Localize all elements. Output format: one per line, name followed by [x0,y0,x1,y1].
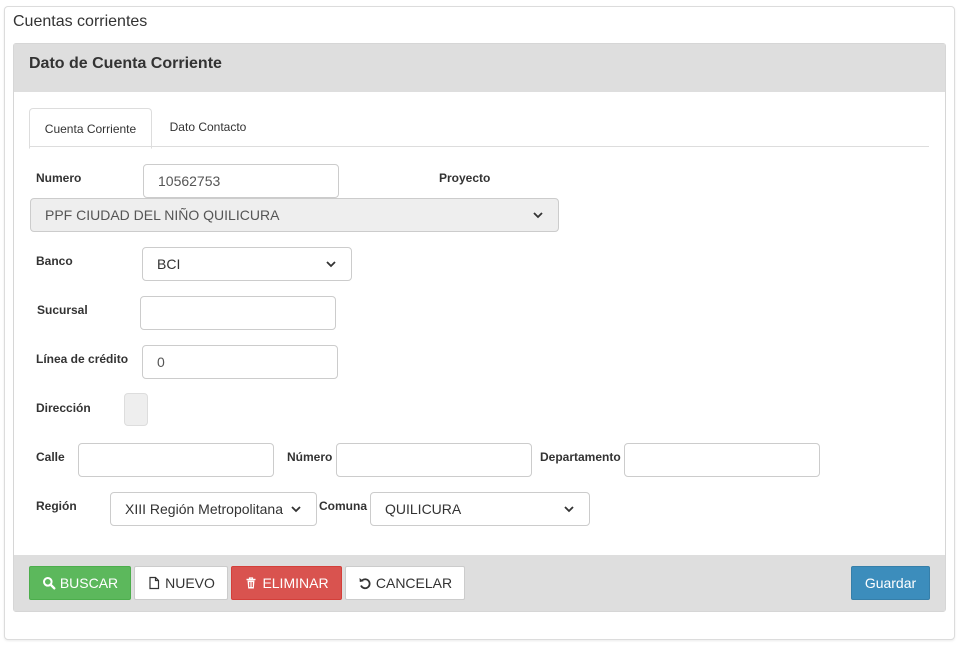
linea-credito-label: Línea de crédito [36,352,129,366]
buscar-button[interactable]: BUSCAR [29,566,131,600]
tab-dato-contacto[interactable]: Dato Contacto [155,108,261,146]
region-label: Región [36,499,77,513]
direccion-label: Dirección [36,401,91,415]
region-select-value: XIII Región Metropolitana [125,501,283,517]
banco-select-value: BCI [157,256,181,272]
banco-select[interactable]: BCI [142,247,352,281]
guardar-button[interactable]: Guardar [851,566,930,600]
sucursal-label: Sucursal [37,303,88,317]
panel-title: Dato de Cuenta Corriente [29,55,222,72]
numero-dir-label: Número [287,450,333,464]
calle-input[interactable] [78,443,274,477]
tabs-divider [29,146,929,147]
undo-icon [359,578,371,590]
buscar-label: BUSCAR [59,575,119,591]
trash-icon [246,577,256,589]
page-title: Cuentas corrientes [13,13,148,30]
cancelar-button[interactable]: CANCELAR [345,566,465,600]
numero-input[interactable]: 10562753 [143,164,339,198]
comuna-select[interactable]: QUILICURA [370,492,590,526]
chevron-down-icon [533,212,543,219]
direccion-toggle[interactable] [124,393,148,426]
panel-footer: BUSCAR NUEVO ELIMINAR CANCELAR Guardar [14,555,945,611]
eliminar-label: ELIMINAR [262,575,329,591]
proyecto-select-value: PPF CIUDAD DEL NIÑO QUILICURA [45,207,280,223]
region-select[interactable]: XIII Región Metropolitana [110,492,317,526]
linea-credito-input[interactable]: 0 [142,345,338,379]
eliminar-button[interactable]: ELIMINAR [231,566,342,600]
comuna-label: Comuna [319,499,367,513]
banco-label: Banco [36,254,73,268]
file-icon [149,576,160,590]
departamento-label: Departamento [540,450,621,464]
numero-label: Numero [36,171,82,185]
tab-cuenta-corriente[interactable]: Cuenta Corriente [29,108,152,149]
chevron-down-icon [564,506,574,513]
comuna-select-value: QUILICURA [385,501,462,517]
proyecto-label: Proyecto [439,171,491,185]
account-panel: Dato de Cuenta Corriente Cuenta Corrient… [13,43,946,612]
chevron-down-icon [326,261,336,268]
search-icon [42,577,56,590]
proyecto-select[interactable]: PPF CIUDAD DEL NIÑO QUILICURA [30,198,559,232]
numero-dir-input[interactable] [336,443,532,477]
chevron-down-icon [291,506,301,513]
panel-header: Dato de Cuenta Corriente [14,44,945,92]
departamento-input[interactable] [624,443,820,477]
cancelar-label: CANCELAR [375,575,453,591]
nuevo-label: NUEVO [165,575,215,591]
nuevo-button[interactable]: NUEVO [134,566,228,600]
sucursal-input[interactable] [140,296,336,330]
calle-label: Calle [36,450,65,464]
